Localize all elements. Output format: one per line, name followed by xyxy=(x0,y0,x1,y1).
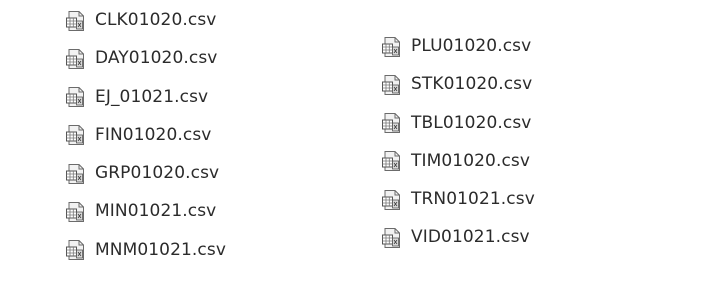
file-column-2: PLU01020.csv STK01020.csv TBL01020.csv T… xyxy=(381,33,535,263)
file-name: VID01021.csv xyxy=(411,227,530,248)
file-name: MIN01021.csv xyxy=(95,201,217,222)
file-name: MNM01021.csv xyxy=(95,239,226,260)
file-name: TRN01021.csv xyxy=(411,189,535,210)
file-name: EJ_01021.csv xyxy=(95,86,209,107)
file-name: GRP01020.csv xyxy=(95,163,220,184)
file-column-1: CLK01020.csv DAY01020.csv EJ_01021.csv F… xyxy=(65,7,226,275)
spreadsheet-file-icon xyxy=(65,163,87,185)
file-item[interactable]: TRN01021.csv xyxy=(381,186,535,213)
spreadsheet-file-icon xyxy=(381,150,403,172)
spreadsheet-file-icon xyxy=(381,112,403,134)
spreadsheet-file-icon xyxy=(65,48,87,70)
spreadsheet-file-icon xyxy=(381,227,403,249)
file-name: STK01020.csv xyxy=(411,74,533,95)
file-name: PLU01020.csv xyxy=(411,36,532,56)
file-item[interactable]: EJ_01021.csv xyxy=(65,84,226,111)
file-item[interactable]: MIN01021.csv xyxy=(65,198,226,225)
spreadsheet-file-icon xyxy=(65,239,87,261)
spreadsheet-file-icon xyxy=(65,124,87,146)
file-item[interactable]: CLK01020.csv xyxy=(65,7,226,34)
spreadsheet-file-icon xyxy=(381,74,403,96)
spreadsheet-file-icon xyxy=(381,189,403,211)
spreadsheet-file-icon xyxy=(65,86,87,108)
file-name: CLK01020.csv xyxy=(95,10,217,30)
spreadsheet-file-icon xyxy=(381,36,403,58)
file-name: TIM01020.csv xyxy=(411,150,531,171)
file-item[interactable]: STK01020.csv xyxy=(381,71,535,98)
file-item[interactable]: GRP01020.csv xyxy=(65,160,226,187)
file-item[interactable]: FIN01020.csv xyxy=(65,122,226,149)
file-item[interactable]: DAY01020.csv xyxy=(65,45,226,72)
file-item[interactable]: VID01021.csv xyxy=(381,224,535,251)
file-name: DAY01020.csv xyxy=(95,48,218,69)
file-name: TBL01020.csv xyxy=(411,112,532,133)
file-item[interactable]: MNM01021.csv xyxy=(65,237,226,264)
file-item[interactable]: TIM01020.csv xyxy=(381,148,535,175)
spreadsheet-file-icon xyxy=(65,10,87,32)
file-item[interactable]: TBL01020.csv xyxy=(381,110,535,137)
file-name: FIN01020.csv xyxy=(95,124,212,145)
file-item[interactable]: PLU01020.csv xyxy=(381,33,535,60)
file-explorer-view: CLK01020.csv DAY01020.csv EJ_01021.csv F… xyxy=(0,0,707,289)
spreadsheet-file-icon xyxy=(65,201,87,223)
